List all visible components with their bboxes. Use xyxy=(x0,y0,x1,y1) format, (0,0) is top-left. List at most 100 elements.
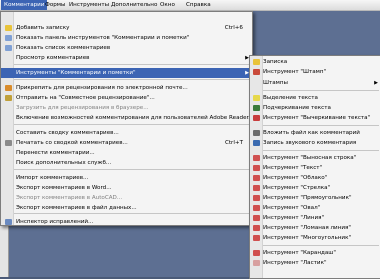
menubar-item-2[interactable]: Инструменты xyxy=(66,0,112,10)
menu-item-3[interactable]: Просмотр комментариев ▶ xyxy=(1,53,252,63)
submenu-item-4[interactable]: Подчеркивание текста xyxy=(250,103,380,113)
menu-item-shortcut: Ctrl+6 xyxy=(224,25,243,31)
submenu-item-10[interactable]: Инструмент "Облако" xyxy=(250,173,380,183)
menu-item-label: Экспорт комментариев в файл данных... xyxy=(16,205,137,211)
menubar-item-1[interactable]: Формы xyxy=(42,0,68,10)
menubar-item-3[interactable]: Дополнительно xyxy=(108,0,160,10)
menu-separator xyxy=(263,245,379,246)
menu-item-5[interactable]: Прикрепить для рецензирования по электро… xyxy=(1,83,252,93)
submenu-item-2[interactable]: Штампы ▶ xyxy=(250,78,380,88)
menu-item-shortcut: Ctrl+T xyxy=(224,140,243,146)
submenu-item-label: Инструмент "Выносная строка" xyxy=(263,155,357,161)
submenu-item-3[interactable]: Выделение текста xyxy=(250,93,380,103)
submenu-item-label: Инструмент "Многоугольник" xyxy=(263,235,352,241)
menu-item-label: Экспорт комментариев в Word... xyxy=(16,185,112,191)
menu-item-9[interactable]: Составить сводку комментариев... xyxy=(1,128,252,138)
menu-item-6[interactable]: Отправить на "Совместное рецензирование"… xyxy=(1,93,252,103)
submenu-item-17[interactable]: Инструмент "Карандаш" xyxy=(250,248,380,258)
submenu-item-label: Вложить файл как комментарий xyxy=(263,130,360,136)
menu-item-10[interactable]: Печатать со сводкой комментариев... Ctrl+… xyxy=(1,138,252,148)
underline-icon xyxy=(253,105,260,111)
rectangle-icon xyxy=(253,195,260,201)
sound-icon xyxy=(253,140,260,146)
menu-item-12[interactable]: Поиск дополнительных служб... xyxy=(1,158,252,168)
menu-item-label: Прикрепить для рецензирования по электро… xyxy=(16,85,188,91)
submenu-item-label: Записка xyxy=(263,59,288,65)
inspector-icon xyxy=(5,219,12,225)
line-icon xyxy=(253,215,260,221)
menu-item-7: Загрузить для рецензирования в браузере.… xyxy=(1,103,252,113)
menu-item-label: Загрузить для рецензирования в браузере.… xyxy=(16,105,149,111)
arrow-tool-icon xyxy=(253,185,260,191)
print-icon xyxy=(5,140,12,146)
submenu-item-label: Штампы xyxy=(263,80,288,86)
submenu-item-16[interactable]: Инструмент "Многоугольник" xyxy=(250,233,380,243)
menu-separator xyxy=(14,213,250,214)
shared-review-icon xyxy=(5,95,12,101)
submenu-item-label: Инструмент "Текст" xyxy=(263,165,323,171)
menu-item-14[interactable]: Экспорт комментариев в Word... xyxy=(1,183,252,193)
menu-item-label: Экспорт комментариев в AutoCAD... xyxy=(16,195,123,201)
menu-separator xyxy=(263,90,379,91)
submenu-item-12[interactable]: Инструмент "Прямоугольник" xyxy=(250,193,380,203)
submenu-item-label: Запись звукового комментария xyxy=(263,140,357,146)
cloud-icon xyxy=(253,175,260,181)
menu-item-8[interactable]: Включение возможностей комментирования д… xyxy=(1,113,254,123)
menu-item-17[interactable]: Инспектор исправлений... xyxy=(1,217,252,227)
menu-item-1[interactable]: Показать панель инструментов "Комментари… xyxy=(1,33,252,43)
submenu-item-label: Инструмент "Линия" xyxy=(263,215,325,221)
comments-menu: Добавить записку Ctrl+6 Показать панель ин… xyxy=(0,11,254,227)
comment-toolbar-icon xyxy=(5,35,12,41)
text-box-icon xyxy=(253,165,260,171)
menu-item-label: Инспектор исправлений... xyxy=(16,219,94,225)
email-review-icon xyxy=(5,85,12,91)
submenu-item-18[interactable]: Инструмент "Ластик" xyxy=(250,258,380,268)
menu-item-label: Отправить на "Совместное рецензирование"… xyxy=(16,95,155,101)
menubar-item-4[interactable]: Окно xyxy=(157,0,178,10)
submenu-item-8[interactable]: Инструмент "Выносная строка" xyxy=(250,153,380,163)
note-icon xyxy=(5,25,12,31)
stamp-icon xyxy=(253,69,260,75)
submenu-item-14[interactable]: Инструмент "Линия" xyxy=(250,213,380,223)
menubar-item-0[interactable]: Комментарии xyxy=(1,0,48,10)
menu-separator xyxy=(263,150,379,151)
menu-item-label: Печатать со сводкой комментариев... xyxy=(16,140,128,146)
submenu-item-5[interactable]: Инструмент "Вычеркивание текста" xyxy=(250,113,380,123)
submenu-item-11[interactable]: Инструмент "Стрелка" xyxy=(250,183,380,193)
menu-item-label: Поиск дополнительных служб... xyxy=(16,160,112,166)
submenu-item-label: Инструмент "Овал" xyxy=(263,205,321,211)
strikeout-icon xyxy=(253,115,260,121)
submenu-item-13[interactable]: Инструмент "Овал" xyxy=(250,203,380,213)
submenu-item-label: Выделение текста xyxy=(263,95,318,101)
menu-item-label: Импорт комментариев... xyxy=(16,175,89,181)
menu-item-16[interactable]: Экспорт комментариев в файл данных... xyxy=(1,203,252,213)
menu-item-4[interactable]: Инструменты "Комментарии и пометки" ▶ xyxy=(1,68,252,78)
polygon-icon xyxy=(253,235,260,241)
menubar-item-5[interactable]: Справка xyxy=(183,0,214,10)
submenu-item-7[interactable]: Запись звукового комментария xyxy=(250,138,380,148)
pencil-icon xyxy=(253,250,260,256)
menu-item-label: Добавить записку xyxy=(16,25,70,31)
menu-bar: Комментарии Формы Инструменты Дополнительно… xyxy=(0,0,380,11)
menu-item-13[interactable]: Импорт комментариев... xyxy=(1,173,252,183)
menu-item-label: Инструменты "Комментарии и пометки" xyxy=(16,70,136,76)
submenu-item-label: Инструмент "Штамп" xyxy=(263,69,327,75)
menu-item-0[interactable]: Добавить записку Ctrl+6 xyxy=(1,23,252,33)
highlight-icon xyxy=(253,95,260,101)
menu-item-label: Включение возможностей комментирования д… xyxy=(16,115,254,121)
callout-icon xyxy=(253,155,260,161)
submenu-item-label: Инструмент "Вычеркивание текста" xyxy=(263,115,371,121)
oval-icon xyxy=(253,205,260,211)
submenu-item-6[interactable]: Вложить файл как комментарий xyxy=(250,128,380,138)
submenu-item-15[interactable]: Инструмент "Ломаная линия" xyxy=(250,223,380,233)
menu-separator xyxy=(14,79,250,80)
menu-item-11[interactable]: Перенести комментарии... xyxy=(1,148,252,158)
eraser-icon xyxy=(253,260,260,266)
menu-separator xyxy=(14,124,250,125)
submenu-item-label: Инструмент "Ломаная линия" xyxy=(263,225,351,231)
menu-item-2[interactable]: Показать список комментариев xyxy=(1,43,252,53)
submenu-item-1[interactable]: Инструмент "Штамп" xyxy=(250,67,380,77)
submenu-item-9[interactable]: Инструмент "Текст" xyxy=(250,163,380,173)
submenu-item-0[interactable]: Записка xyxy=(250,57,380,67)
menu-item-label: Составить сводку комментариев... xyxy=(16,130,119,136)
